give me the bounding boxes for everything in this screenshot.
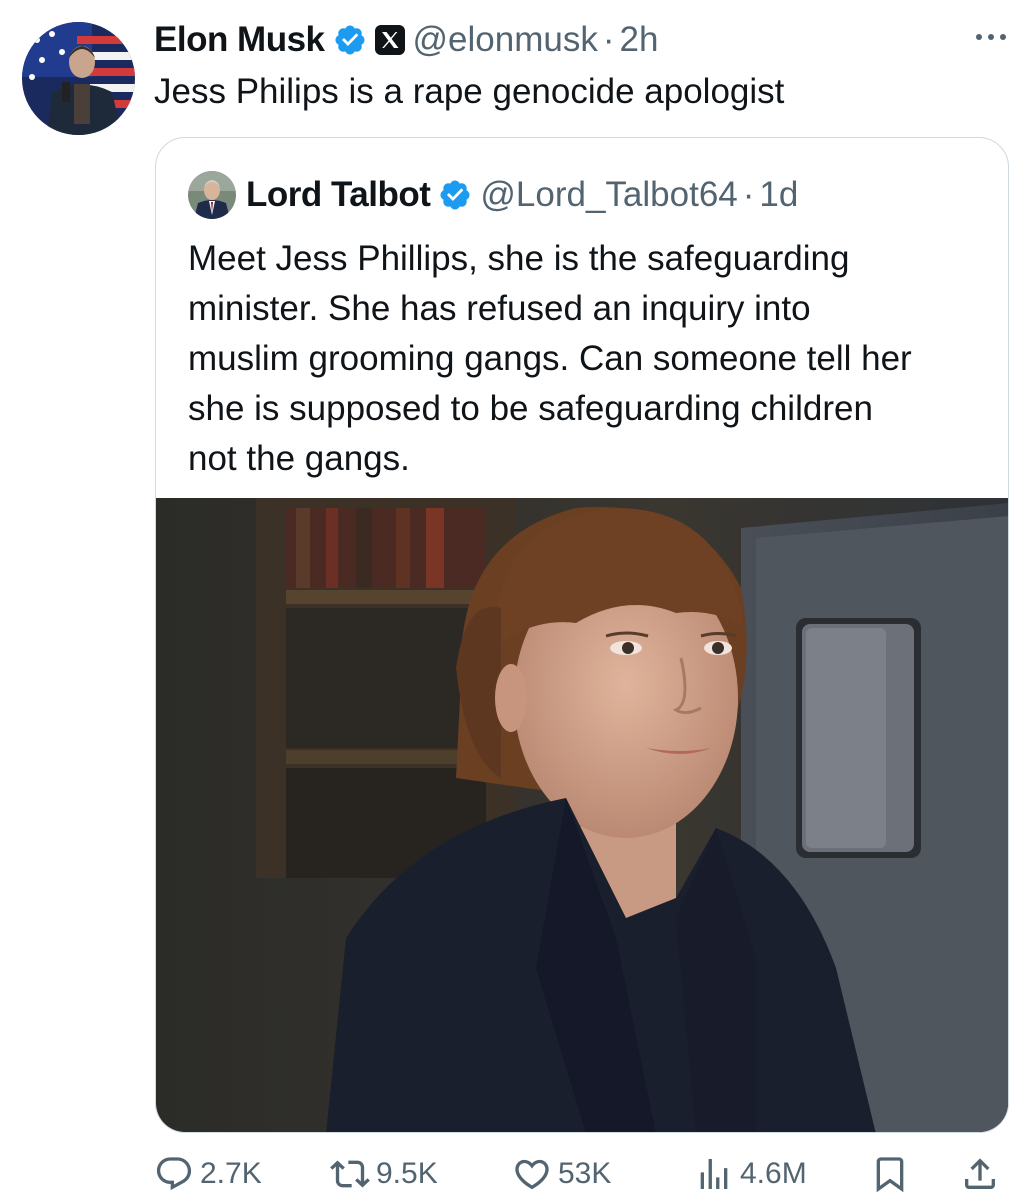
repost-count: 9.5K <box>376 1157 438 1190</box>
reply-button[interactable]: 2.7K <box>154 1150 262 1198</box>
post-time[interactable]: 2h <box>620 20 659 60</box>
quoted-author-name[interactable]: Lord Talbot <box>246 175 431 215</box>
separator-dot: · <box>602 20 615 59</box>
verified-icon <box>440 180 470 210</box>
author-name[interactable]: Elon Musk <box>154 20 325 60</box>
reply-icon <box>156 1157 192 1191</box>
quoted-author-avatar-image <box>188 171 236 219</box>
quoted-post[interactable]: Lord Talbot @Lord_Talbot64 · 1d Meet Jes… <box>155 137 1009 1133</box>
author-avatar-image <box>22 22 135 135</box>
like-count: 53K <box>558 1157 612 1190</box>
portrait-photo <box>156 498 1008 1132</box>
quoted-post-photo[interactable] <box>156 498 1008 1132</box>
action-bar: 2.7K 9.5K 53K 4.6M <box>154 1150 1014 1198</box>
share-button[interactable] <box>960 1150 1000 1198</box>
reply-count: 2.7K <box>200 1157 262 1190</box>
verified-icon <box>335 25 365 55</box>
post-header: Elon Musk @elonmusk · 2h <box>154 18 658 62</box>
views-icon <box>700 1159 728 1189</box>
author-avatar[interactable] <box>22 22 135 135</box>
separator-dot: · <box>742 175 755 214</box>
quoted-post-time[interactable]: 1d <box>759 175 798 215</box>
quoted-author-handle[interactable]: @Lord_Talbot64 <box>480 175 737 215</box>
like-button[interactable]: 53K <box>512 1150 611 1198</box>
author-handle[interactable]: @elonmusk <box>413 20 598 60</box>
post-text: Jess Philips is a rape genocide apologis… <box>154 72 785 111</box>
bookmark-button[interactable] <box>870 1150 910 1198</box>
quoted-author-avatar[interactable] <box>188 171 236 219</box>
bookmark-icon <box>876 1157 904 1193</box>
view-count: 4.6M <box>740 1157 807 1190</box>
x-logo-icon <box>374 25 405 55</box>
more-options-button[interactable] <box>973 27 1009 47</box>
like-icon <box>515 1159 549 1190</box>
quoted-post-header: Lord Talbot @Lord_Talbot64 · 1d <box>188 170 798 220</box>
share-icon <box>965 1158 995 1189</box>
views-button[interactable]: 4.6M <box>694 1150 807 1198</box>
quoted-post-text: Meet Jess Phillips, she is the safeguard… <box>188 239 912 478</box>
repost-icon <box>330 1160 370 1188</box>
more-icon <box>976 34 1006 40</box>
repost-button[interactable]: 9.5K <box>330 1150 438 1198</box>
